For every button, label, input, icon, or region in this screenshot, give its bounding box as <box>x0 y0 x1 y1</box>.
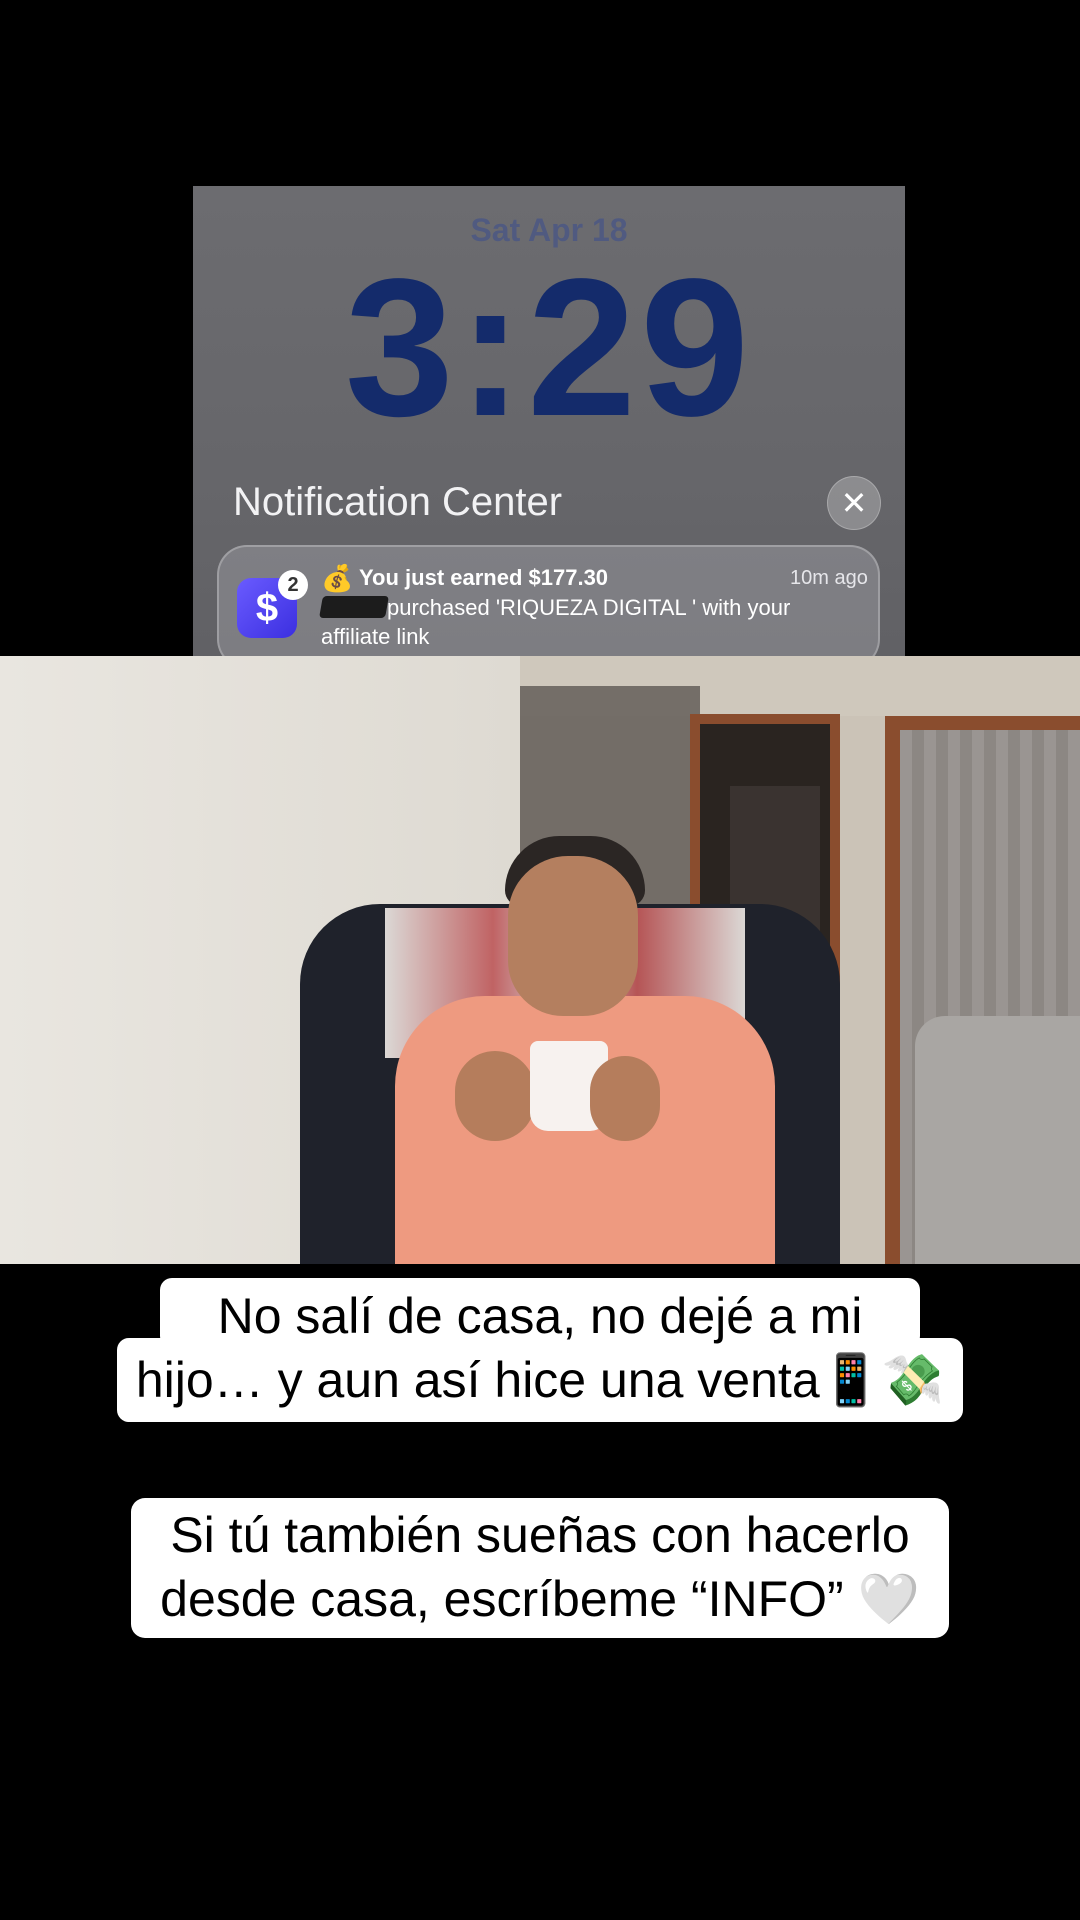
lock-screen-time: 3:29 <box>344 238 754 457</box>
notification-center-title: Notification Center <box>233 480 563 524</box>
notification-body-text: purchased 'RIQUEZA DIGITAL ' with your a… <box>321 595 791 649</box>
notification-time: 10m ago <box>790 567 868 589</box>
notification-body: purchased 'RIQUEZA DIGITAL ' with your a… <box>321 593 861 651</box>
caption-line-4: desde casa, escríbeme “INFO” 🤍 <box>160 1571 920 1627</box>
caption-block-1: No salí de casa, no dejé a mi hijo… y au… <box>117 1284 963 1412</box>
person-hand-left <box>455 1051 535 1141</box>
bed <box>915 1016 1080 1264</box>
redacted-name <box>319 596 389 618</box>
notification-badge: 2 <box>278 570 308 600</box>
video-frame-photo <box>0 656 1080 1264</box>
notification-card[interactable]: $ 2 💰 You just earned $177.30 10m ago pu… <box>217 545 880 669</box>
caption-line-3: Si tú también sueñas con hacerlo <box>170 1507 910 1563</box>
person-face <box>508 856 638 1016</box>
money-bag-icon: 💰 <box>321 563 354 593</box>
notification-title: You just earned $177.30 <box>359 565 609 590</box>
caption-line-2: hijo… y aun así hice una venta📱💸 <box>135 1352 945 1408</box>
lock-screen-screenshot: Sat Apr 18 3:29 Notification Center ✕ $ … <box>193 186 905 714</box>
person-hand-right <box>590 1056 660 1141</box>
caption-block-2: Si tú también sueñas con hacerlo desde c… <box>131 1503 949 1631</box>
close-icon[interactable]: ✕ <box>827 476 881 530</box>
caption-line-1: No salí de casa, no dejé a mi <box>217 1288 863 1344</box>
